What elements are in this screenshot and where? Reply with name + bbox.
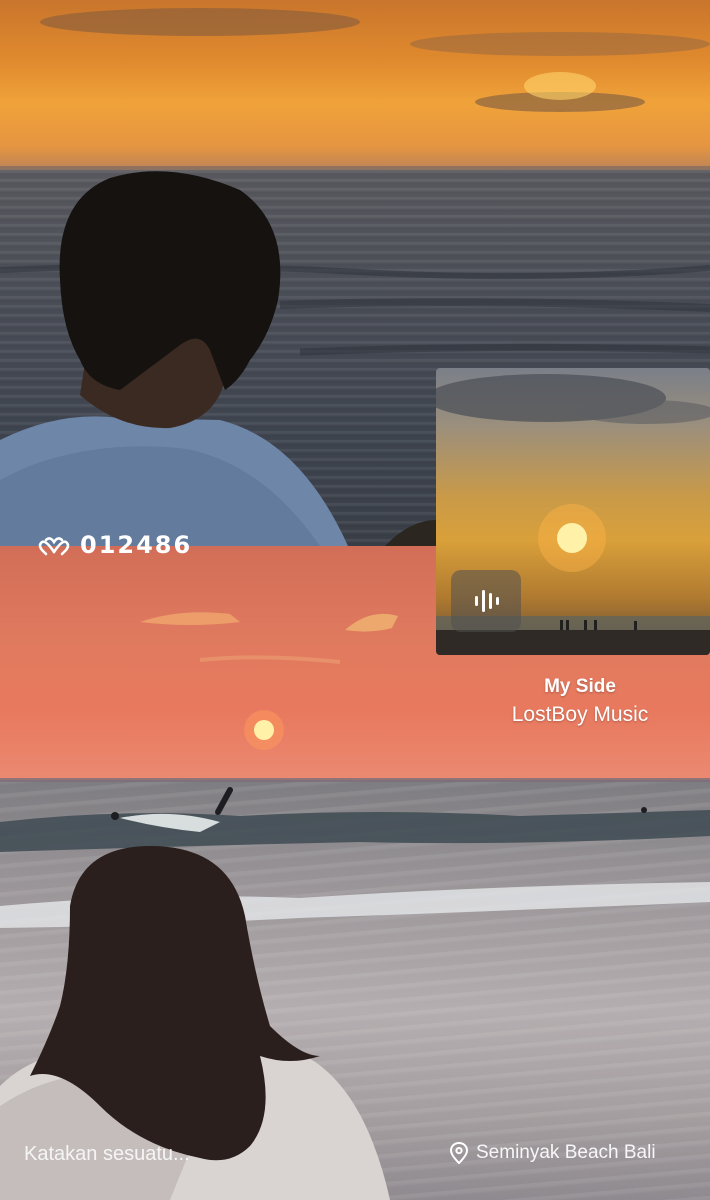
- counter: 012486: [38, 530, 192, 560]
- surfboard: [215, 787, 233, 815]
- person: [584, 620, 587, 630]
- wave: [279, 298, 710, 312]
- sun: [557, 523, 587, 553]
- cloud: [199, 655, 341, 664]
- surfer: [111, 812, 119, 820]
- sun-glow: [524, 72, 596, 100]
- location-label: Seminyak Beach Bali: [476, 1142, 656, 1163]
- music-title: My Side: [544, 676, 616, 697]
- beach: [436, 630, 710, 655]
- music-artist: LostBoy Music: [511, 703, 649, 726]
- wave: [0, 810, 710, 852]
- location-chip[interactable]: Seminyak Beach Bali: [440, 1133, 670, 1173]
- person: [560, 620, 563, 630]
- person: [566, 620, 569, 630]
- comment-input[interactable]: [22, 1135, 326, 1173]
- person: [594, 620, 597, 630]
- man-silhouette: [0, 171, 348, 546]
- location-pin-icon: [450, 1142, 468, 1164]
- horizon: [0, 778, 710, 782]
- horizon: [0, 166, 710, 170]
- sun: [254, 720, 274, 740]
- music-chip[interactable]: [451, 570, 521, 632]
- cloud: [576, 400, 710, 424]
- inset-photo[interactable]: [436, 368, 710, 655]
- cloud: [40, 8, 360, 36]
- audio-wave-icon: [475, 590, 499, 612]
- cloud: [345, 613, 398, 632]
- person: [634, 621, 637, 630]
- cloud: [410, 32, 710, 56]
- surfer: [641, 807, 647, 813]
- rock: [385, 520, 436, 546]
- cloud: [140, 612, 240, 625]
- counter-value: 012486: [80, 531, 193, 559]
- wave: [299, 343, 710, 356]
- music-info[interactable]: My Side LostBoy Music: [480, 674, 680, 730]
- heart-hands-icon: [38, 537, 70, 556]
